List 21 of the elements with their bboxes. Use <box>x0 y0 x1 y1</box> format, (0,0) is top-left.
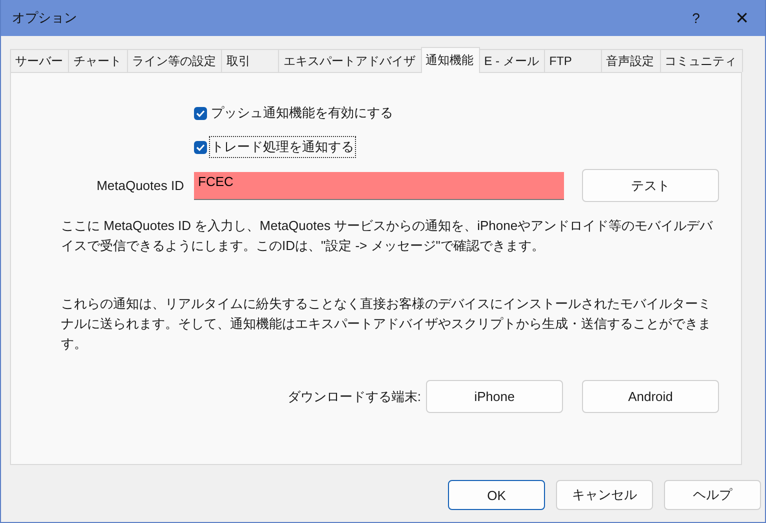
field-label: MetaQuotes ID <box>96 178 184 193</box>
window-title: オプション <box>12 9 77 27</box>
tab[interactable]: 通知機能 <box>420 47 480 73</box>
tab[interactable]: サーバー <box>10 49 70 72</box>
test-button[interactable]: テスト <box>582 169 719 202</box>
id-input-field[interactable]: FCEC <box>194 172 564 200</box>
close-button[interactable]: × <box>719 0 765 36</box>
dialog-button[interactable]: ヘルプ <box>664 480 761 510</box>
checkbox-label[interactable]: トレード処理を通知する <box>210 137 355 157</box>
description-text: ここに MetaQuotes ID を入力し、MetaQuotes サービスからの通知を、iPhoneやアンドロイド等のモバイルデバイスで受信できるようにします。このIDは、"設定 -> メッセージ"で確認できます。 <box>61 217 714 255</box>
download-label: ダウンロードする端末: <box>287 388 421 406</box>
download-button[interactable]: Android <box>582 380 719 413</box>
checkbox[interactable] <box>194 106 207 120</box>
help-button[interactable]: ? <box>673 0 719 36</box>
download-button[interactable]: iPhone <box>426 380 563 413</box>
dialog-button[interactable]: キャンセル <box>556 480 653 510</box>
tab[interactable]: コミュニティ <box>660 49 744 72</box>
dialog-button[interactable]: OK <box>448 480 545 510</box>
checkbox-label[interactable]: プッシュ通知機能を有効にする <box>210 103 394 123</box>
description-text: これらの通知は、リアルタイムに紛失することなく直接お客様のデバイスにインストールされたモバイルターミナルに送られます。そして、通知機能はエキスパートアドバイザやスクリプトから生成・送信することができます。 <box>61 295 712 353</box>
checkbox[interactable] <box>194 140 207 154</box>
